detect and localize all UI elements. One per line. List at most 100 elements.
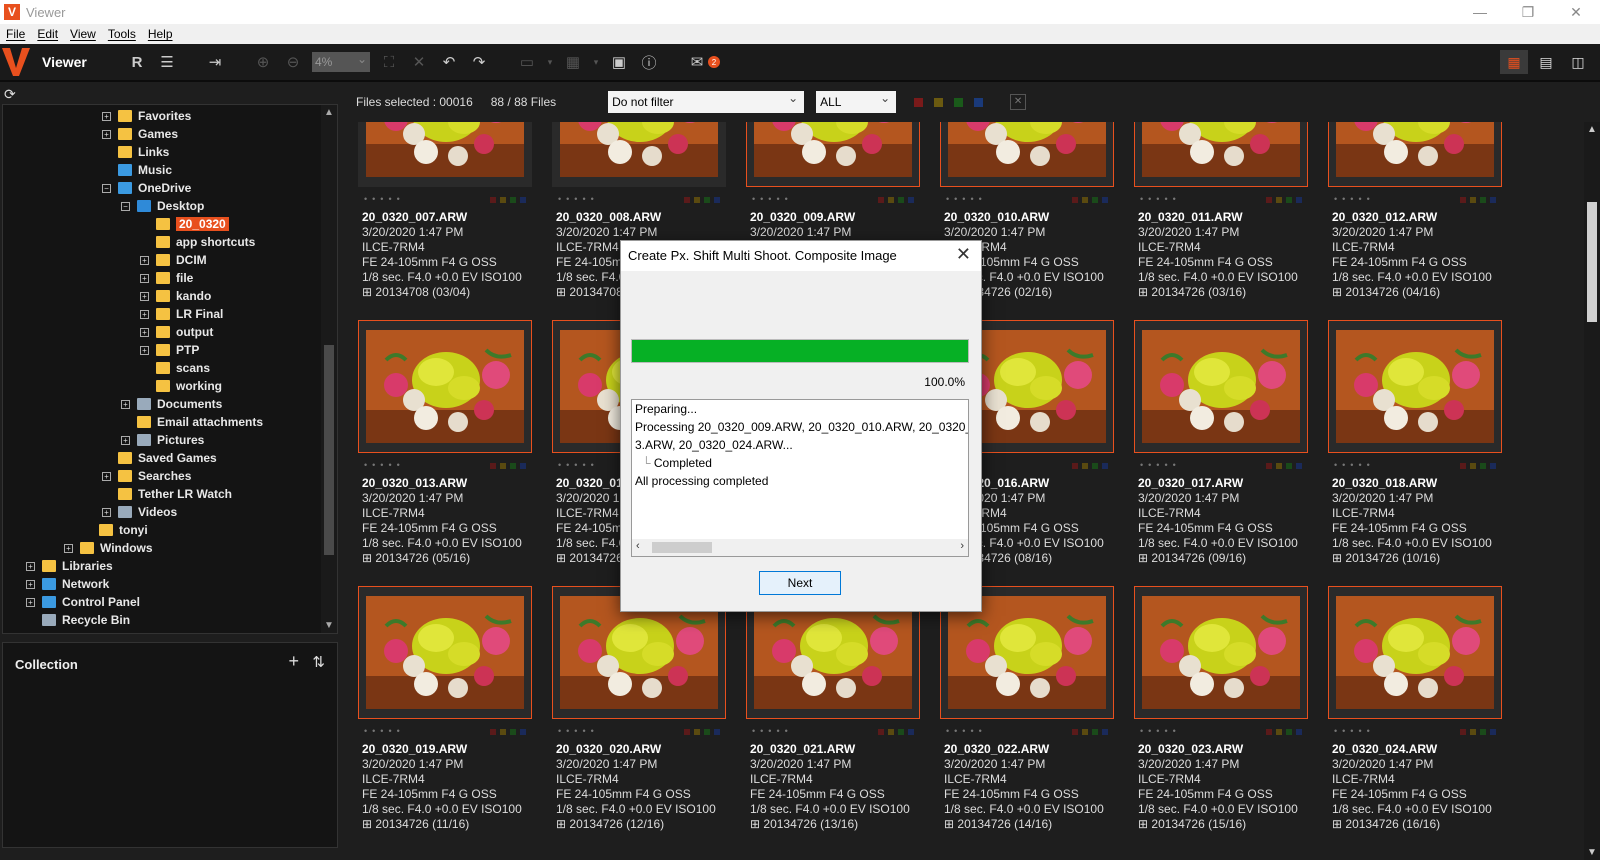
color-labels[interactable] xyxy=(878,197,914,203)
expand-icon[interactable]: + xyxy=(26,579,35,589)
tree-item[interactable]: Music xyxy=(102,161,172,179)
expand-icon[interactable]: + xyxy=(102,471,111,481)
rating-stars[interactable]: ••••• xyxy=(1140,460,1181,470)
color-label-dot[interactable] xyxy=(878,729,884,735)
color-label-dot[interactable] xyxy=(500,463,506,469)
rating-stars[interactable]: ••••• xyxy=(558,194,599,204)
color-label-dot[interactable] xyxy=(898,729,904,735)
thumbnail-cell[interactable]: ••••• 20_0320_020.ARW 3/20/2020 1:47 PM ILC… xyxy=(542,586,736,852)
color-filter-swatch[interactable] xyxy=(914,97,924,107)
thumbnail-cell[interactable]: ••••• 20_0320_017.ARW 3/20/2020 1:47 PM ILC… xyxy=(1124,320,1318,586)
color-label-dot[interactable] xyxy=(1470,197,1476,203)
tree-item[interactable]: + file xyxy=(140,269,193,287)
expand-icon[interactable]: + xyxy=(121,435,130,445)
color-label-dot[interactable] xyxy=(888,729,894,735)
grid-scroll-down-icon[interactable]: ▼ xyxy=(1584,847,1600,858)
tree-item[interactable]: + Games xyxy=(102,125,178,143)
thumbnail-image[interactable] xyxy=(746,122,920,187)
layout-split-icon[interactable]: ◫ xyxy=(1564,50,1592,74)
refresh-icon[interactable]: ⟳ xyxy=(0,84,340,104)
color-label-dot[interactable] xyxy=(1082,197,1088,203)
color-labels[interactable] xyxy=(878,729,914,735)
color-labels[interactable] xyxy=(490,463,526,469)
color-label-dot[interactable] xyxy=(1266,729,1272,735)
color-label-dot[interactable] xyxy=(1460,729,1466,735)
expand-icon[interactable]: + xyxy=(64,543,73,553)
color-label-dot[interactable] xyxy=(714,197,720,203)
fit-icon[interactable]: ⛶ xyxy=(376,49,402,75)
thumbnail-cell[interactable]: ••••• 20_0320_024.ARW 3/20/2020 1:47 PM ILC… xyxy=(1318,586,1512,852)
color-labels[interactable] xyxy=(1072,197,1108,203)
color-label-dot[interactable] xyxy=(1102,197,1108,203)
color-filter-swatch[interactable] xyxy=(954,97,964,107)
info-icon[interactable]: ⓘ xyxy=(636,49,662,75)
color-label-dot[interactable] xyxy=(878,197,884,203)
thumbnail-cell[interactable]: ••••• 20_0320_011.ARW 3/20/2020 1:47 PM ILC… xyxy=(1124,122,1318,320)
tree-item[interactable]: 20_0320 xyxy=(140,215,229,233)
color-labels[interactable] xyxy=(684,197,720,203)
tree-item[interactable]: + Favorites xyxy=(102,107,191,125)
color-label-dot[interactable] xyxy=(510,729,516,735)
menu-file[interactable]: File xyxy=(6,27,25,41)
color-label-dot[interactable] xyxy=(1082,729,1088,735)
rating-stars[interactable]: ••••• xyxy=(558,726,599,736)
color-label-dot[interactable] xyxy=(1276,729,1282,735)
color-label-dot[interactable] xyxy=(1490,729,1496,735)
color-label-dot[interactable] xyxy=(714,729,720,735)
color-label-dot[interactable] xyxy=(888,197,894,203)
tree-item[interactable]: tonyi xyxy=(83,521,148,539)
thumbnail-image[interactable] xyxy=(358,320,532,453)
color-label-dot[interactable] xyxy=(1266,197,1272,203)
image-icon[interactable]: ▣ xyxy=(606,49,632,75)
color-labels[interactable] xyxy=(490,197,526,203)
tree-item[interactable]: + Windows xyxy=(64,539,153,557)
mail-icon[interactable]: ✉ xyxy=(684,49,710,75)
rating-stars[interactable]: ••••• xyxy=(1334,194,1375,204)
thumbnail-cell[interactable]: ••••• 20_0320_022.ARW 3/20/2020 1:47 PM ILC… xyxy=(930,586,1124,852)
edit-mode-icon[interactable]: ☰ xyxy=(154,49,180,75)
scroll-down-icon[interactable]: ▼ xyxy=(321,620,337,631)
thumbnail-image[interactable] xyxy=(552,122,726,187)
menu-help[interactable]: Help xyxy=(148,27,173,41)
sort-collection-icon[interactable]: ⇅ xyxy=(312,653,325,671)
color-filter-swatch[interactable] xyxy=(934,97,944,107)
color-labels[interactable] xyxy=(490,729,526,735)
color-labels[interactable] xyxy=(1266,729,1302,735)
color-label-dot[interactable] xyxy=(1296,463,1302,469)
color-label-dot[interactable] xyxy=(704,729,710,735)
color-label-dot[interactable] xyxy=(1296,197,1302,203)
tree-item[interactable]: + LR Final xyxy=(140,305,223,323)
tree-item[interactable]: scans xyxy=(140,359,210,377)
layout-filmstrip-icon[interactable]: ▤ xyxy=(1532,50,1560,74)
color-label-dot[interactable] xyxy=(1102,729,1108,735)
scroll-up-icon[interactable]: ▲ xyxy=(321,107,337,118)
scroll-left-icon[interactable]: ‹ xyxy=(636,540,640,552)
rating-stars[interactable]: ••••• xyxy=(364,726,405,736)
thumbnail-image[interactable] xyxy=(358,586,532,719)
tree-item[interactable]: − OneDrive xyxy=(102,179,191,197)
thumbnail-cell[interactable]: ••••• 20_0320_021.ARW 3/20/2020 1:47 PM ILC… xyxy=(736,586,930,852)
color-label-dot[interactable] xyxy=(1092,197,1098,203)
log-scroll-thumb[interactable] xyxy=(652,542,712,553)
color-label-dot[interactable] xyxy=(1480,729,1486,735)
color-label-dot[interactable] xyxy=(1296,729,1302,735)
color-label-dot[interactable] xyxy=(1082,463,1088,469)
color-label-dot[interactable] xyxy=(1266,463,1272,469)
expand-icon[interactable]: + xyxy=(140,291,149,301)
color-label-dot[interactable] xyxy=(510,463,516,469)
tree-item[interactable]: Links xyxy=(102,143,169,161)
tree-item[interactable]: Recycle Bin xyxy=(26,611,130,629)
filter-select[interactable]: Do not filter xyxy=(608,87,805,113)
color-label-dot[interactable] xyxy=(520,197,526,203)
thumbnail-cell[interactable]: ••••• 20_0320_019.ARW 3/20/2020 1:47 PM ILC… xyxy=(348,586,542,852)
tree-scroll-thumb[interactable] xyxy=(324,345,334,555)
color-label-dot[interactable] xyxy=(1460,197,1466,203)
color-label-dot[interactable] xyxy=(1286,197,1292,203)
color-label-dot[interactable] xyxy=(1072,197,1078,203)
thumbnail-cell[interactable]: ••••• 20_0320_007.ARW 3/20/2020 1:47 PM ILC… xyxy=(348,122,542,320)
expand-icon[interactable]: + xyxy=(102,507,111,517)
menu-tools[interactable]: Tools xyxy=(108,27,136,41)
collapse-icon[interactable]: − xyxy=(102,183,111,193)
rating-stars[interactable]: ••••• xyxy=(946,726,987,736)
rating-stars[interactable]: ••••• xyxy=(1334,460,1375,470)
